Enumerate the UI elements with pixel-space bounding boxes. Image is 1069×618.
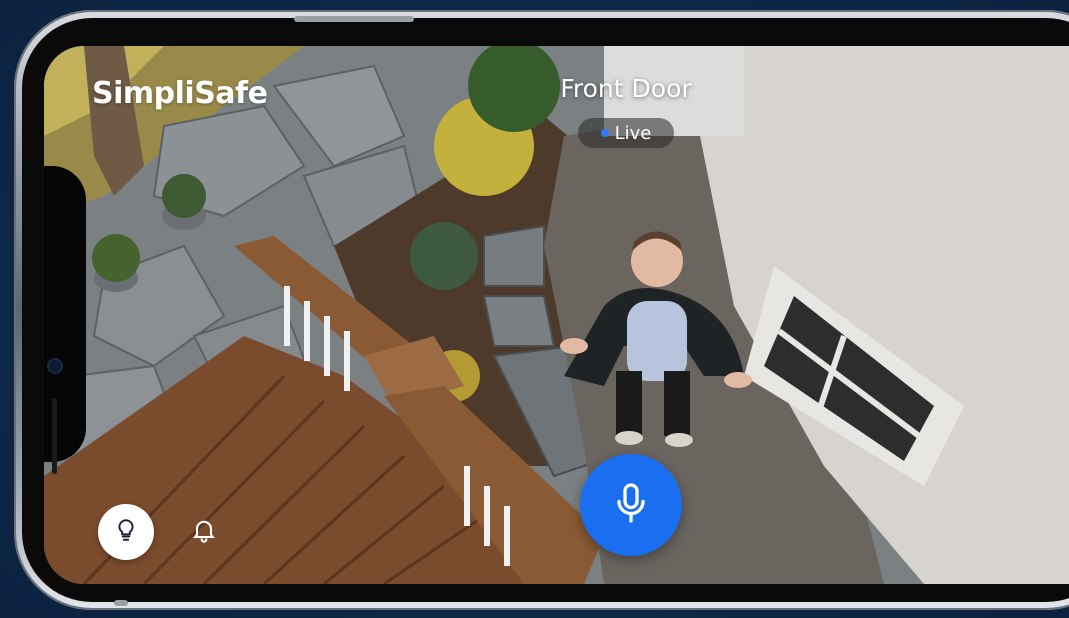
front-camera — [49, 360, 61, 372]
side-button — [114, 600, 128, 606]
camera-screen: SimpliSafe Front Door Live — [44, 46, 1069, 584]
volume-button — [294, 16, 414, 22]
earpiece-speaker — [52, 398, 57, 474]
live-status-badge: Live — [578, 118, 674, 148]
phone-notch — [44, 166, 86, 474]
push-to-talk-button[interactable] — [580, 454, 682, 556]
notifications-button[interactable] — [184, 512, 224, 552]
camera-feed — [44, 46, 1069, 584]
light-toggle-button[interactable] — [98, 504, 154, 560]
backdrop: SimpliSafe Front Door Live — [0, 0, 1069, 618]
live-dot — [600, 129, 609, 137]
camera-name: Front Door — [560, 74, 692, 103]
bell-icon — [190, 516, 218, 548]
brand-logo: SimpliSafe — [92, 76, 268, 111]
lightbulb-icon — [113, 517, 139, 547]
live-label: Live — [614, 122, 652, 144]
microphone-icon — [613, 482, 649, 528]
